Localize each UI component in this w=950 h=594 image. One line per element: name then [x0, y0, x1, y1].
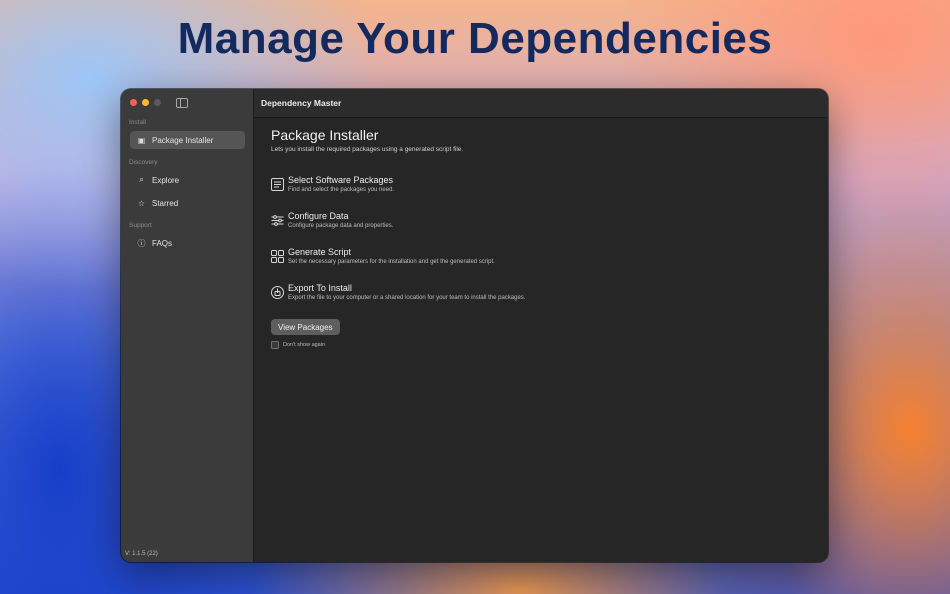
sidebar-toggle-icon[interactable] [176, 98, 188, 108]
page-subtitle: Lets you install the required packages u… [271, 146, 464, 153]
step-title: Configure Data [288, 211, 349, 221]
zoom-window-button[interactable] [154, 99, 161, 106]
box-icon: ▣ [137, 135, 146, 145]
sidebar-item-label: Explore [152, 175, 180, 185]
step-export-to-install: Export To Install Export the file to you… [271, 283, 525, 301]
step-generate-script: Generate Script Set the necessary parame… [271, 247, 495, 265]
close-window-button[interactable] [130, 99, 137, 106]
step-title: Export To Install [288, 283, 352, 293]
step-desc: Set the necessary parameters for the ins… [288, 259, 495, 265]
version-label: V: 1.1.5 (22) [125, 551, 158, 557]
app-window: Install ▣ Package Installer Discovery ⌕ … [121, 89, 828, 562]
content: Package Installer Lets you install the r… [271, 127, 818, 349]
step-title: Select Software Packages [288, 175, 394, 185]
sidebar-item-faqs[interactable]: ⓘ FAQs [130, 234, 245, 252]
sidebar-item-label: Starred [152, 198, 179, 208]
step-configure-data: Configure Data Configure package data an… [271, 211, 393, 229]
page-title: Package Installer [271, 127, 379, 143]
main-pane: Dependency Master Package Installer Lets… [254, 89, 828, 562]
dont-show-again-checkbox[interactable] [271, 341, 279, 349]
dont-show-again-row[interactable]: Don't show again [271, 341, 325, 349]
section-title-install: Install [129, 119, 146, 126]
window-controls [130, 99, 161, 106]
step-title: Generate Script [288, 247, 352, 257]
titlebar: Dependency Master [254, 89, 828, 118]
sidebar: Install ▣ Package Installer Discovery ⌕ … [121, 89, 254, 562]
sidebar-item-label: FAQs [152, 238, 173, 248]
export-icon [271, 286, 284, 299]
info-circle-icon: ⓘ [137, 238, 146, 248]
step-desc: Export the file to your computer or a sh… [288, 295, 526, 301]
window-title: Dependency Master [261, 98, 342, 108]
sidebar-item-explore[interactable]: ⌕ Explore [130, 171, 245, 189]
section-title-discovery: Discovery [129, 159, 158, 166]
sidebar-item-starred[interactable]: ☆ Starred [130, 194, 245, 212]
headline: Manage Your Dependencies [177, 14, 773, 63]
magnifier-icon: ⌕ [139, 175, 144, 184]
sliders-icon [271, 215, 284, 226]
step-desc: Configure package data and properties. [288, 223, 394, 229]
step-desc: Find and select the packages you need. [288, 187, 395, 193]
minimize-window-button[interactable] [142, 99, 149, 106]
dont-show-again-label: Don't show again [283, 342, 326, 348]
section-title-support: Support [129, 222, 152, 229]
sidebar-item-package-installer[interactable]: ▣ Package Installer [130, 131, 245, 149]
view-packages-button[interactable]: View Packages [271, 319, 340, 335]
grid-icon [271, 250, 284, 263]
sidebar-item-label: Package Installer [152, 135, 214, 145]
step-select-packages: Select Software Packages Find and select… [271, 175, 394, 193]
list-icon [271, 178, 284, 191]
star-icon: ☆ [137, 198, 146, 208]
